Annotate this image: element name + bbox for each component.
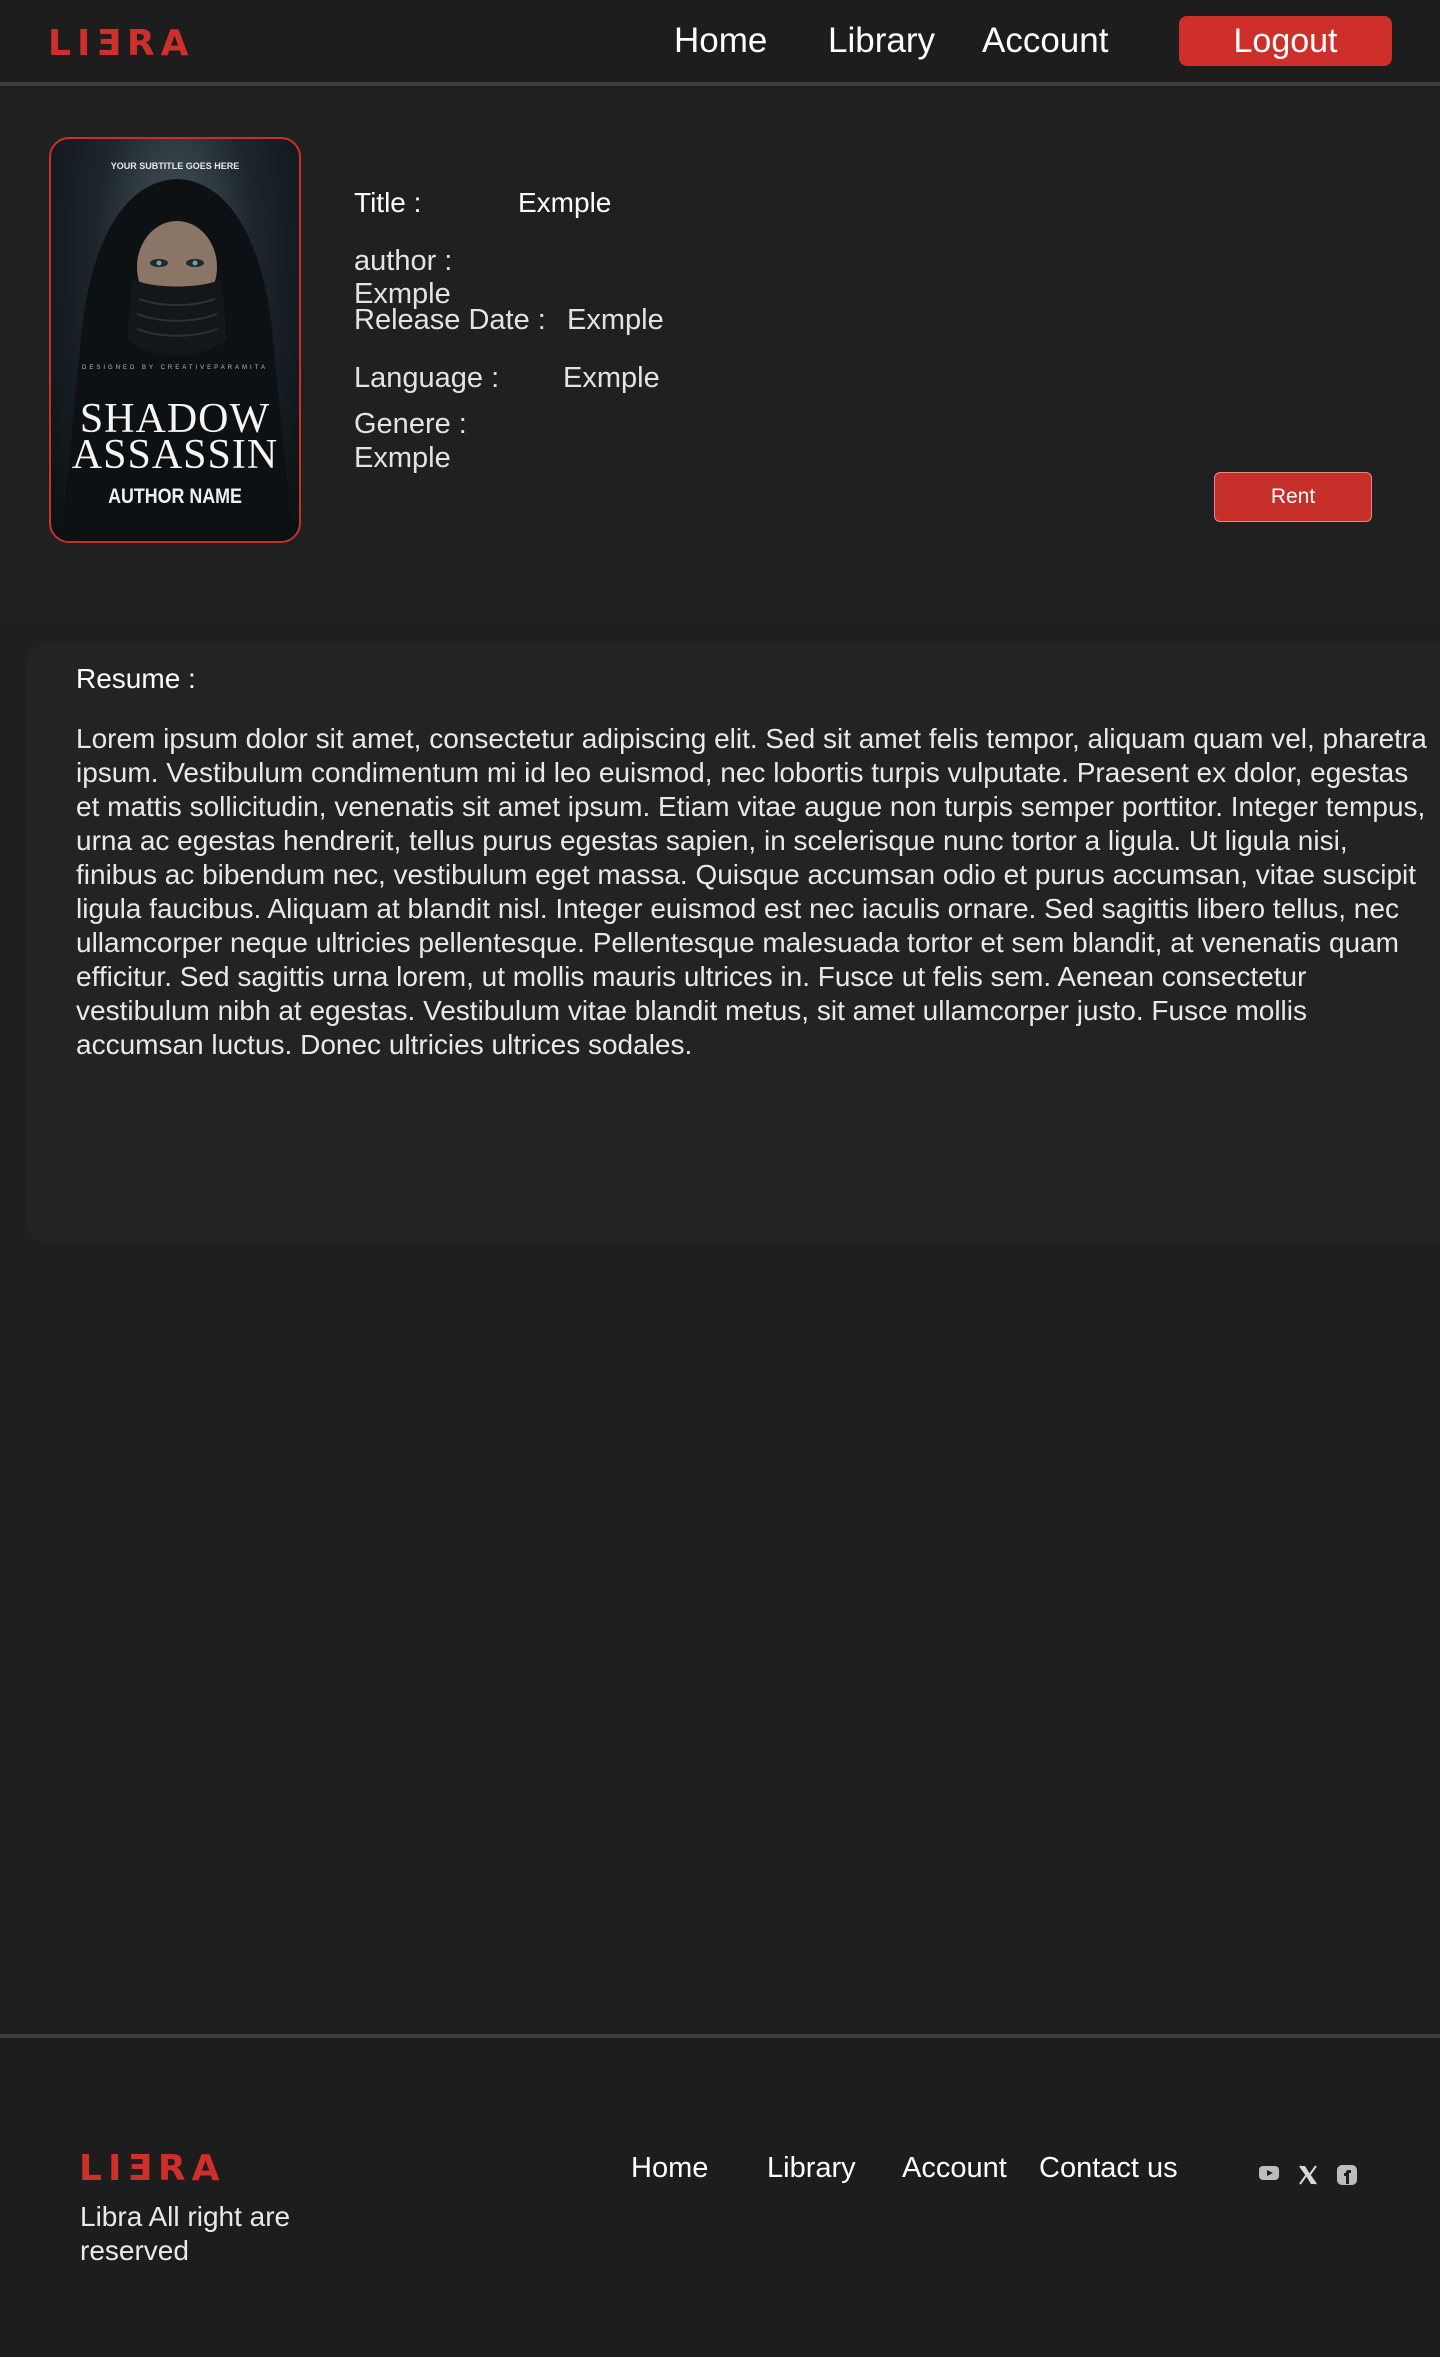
cover-artwork: A (61, 179, 293, 541)
footer-logo[interactable]: LIƎRA (79, 2148, 226, 2189)
genre-value: Exmple (354, 442, 451, 474)
cover-title: SHADOW ASSASSIN (51, 398, 299, 478)
resume-heading: Resume : (76, 663, 196, 694)
resume-text: Lorem ipsum dolor sit amet, consectetur … (76, 723, 1427, 1060)
logo[interactable]: LIƎRA (48, 24, 195, 64)
cover-author: AUTHOR NAME (108, 485, 242, 508)
footer-home-link[interactable]: Home (631, 2152, 708, 2185)
release-date-value: Exmple (567, 304, 664, 336)
footer-library-link[interactable]: Library (767, 2152, 856, 2185)
nav-library-link[interactable]: Library (828, 18, 935, 64)
x-icon[interactable] (1297, 2164, 1319, 2186)
language-value: Exmple (563, 362, 660, 394)
book-cover: A YOUR SUBTITLE GOES HERE DESIGNED BY CR… (49, 137, 301, 543)
cover-title-line2: ASSASSIN (71, 432, 279, 478)
nav-home-link[interactable]: Home (674, 18, 767, 64)
logout-button[interactable]: Logout (1179, 16, 1392, 66)
rent-button[interactable]: Rent (1214, 472, 1372, 522)
cover-subtitle: YOUR SUBTITLE GOES HERE (110, 161, 240, 171)
youtube-icon[interactable] (1258, 2164, 1280, 2182)
title-label: Title : (354, 187, 422, 218)
site-footer: LIƎRA Libra All right are reserved Home … (0, 2034, 1440, 2357)
footer-account-link[interactable]: Account (902, 2152, 1007, 2185)
release-date-label: Release Date : (354, 304, 546, 336)
title-value: Exmple (518, 187, 612, 218)
resume-card: Resume : Lorem ipsum dolor sit amet, con… (26, 643, 1440, 1243)
cover-designer-credit: DESIGNED BY CREATIVEPARAMITA (82, 365, 268, 371)
facebook-icon[interactable] (1336, 2164, 1358, 2186)
genre-label: Genere : (354, 408, 467, 440)
footer-copyright: Libra All right are reserved (80, 2201, 291, 2266)
language-label: Language : (354, 362, 500, 394)
site-header: LIƎRA Home Library Account Logout (0, 0, 1440, 86)
nav-account-link[interactable]: Account (982, 18, 1108, 64)
footer-contact-link[interactable]: Contact us (1039, 2152, 1178, 2185)
book-details-section: A YOUR SUBTITLE GOES HERE DESIGNED BY CR… (0, 90, 1440, 626)
author-label: author : (354, 245, 453, 277)
